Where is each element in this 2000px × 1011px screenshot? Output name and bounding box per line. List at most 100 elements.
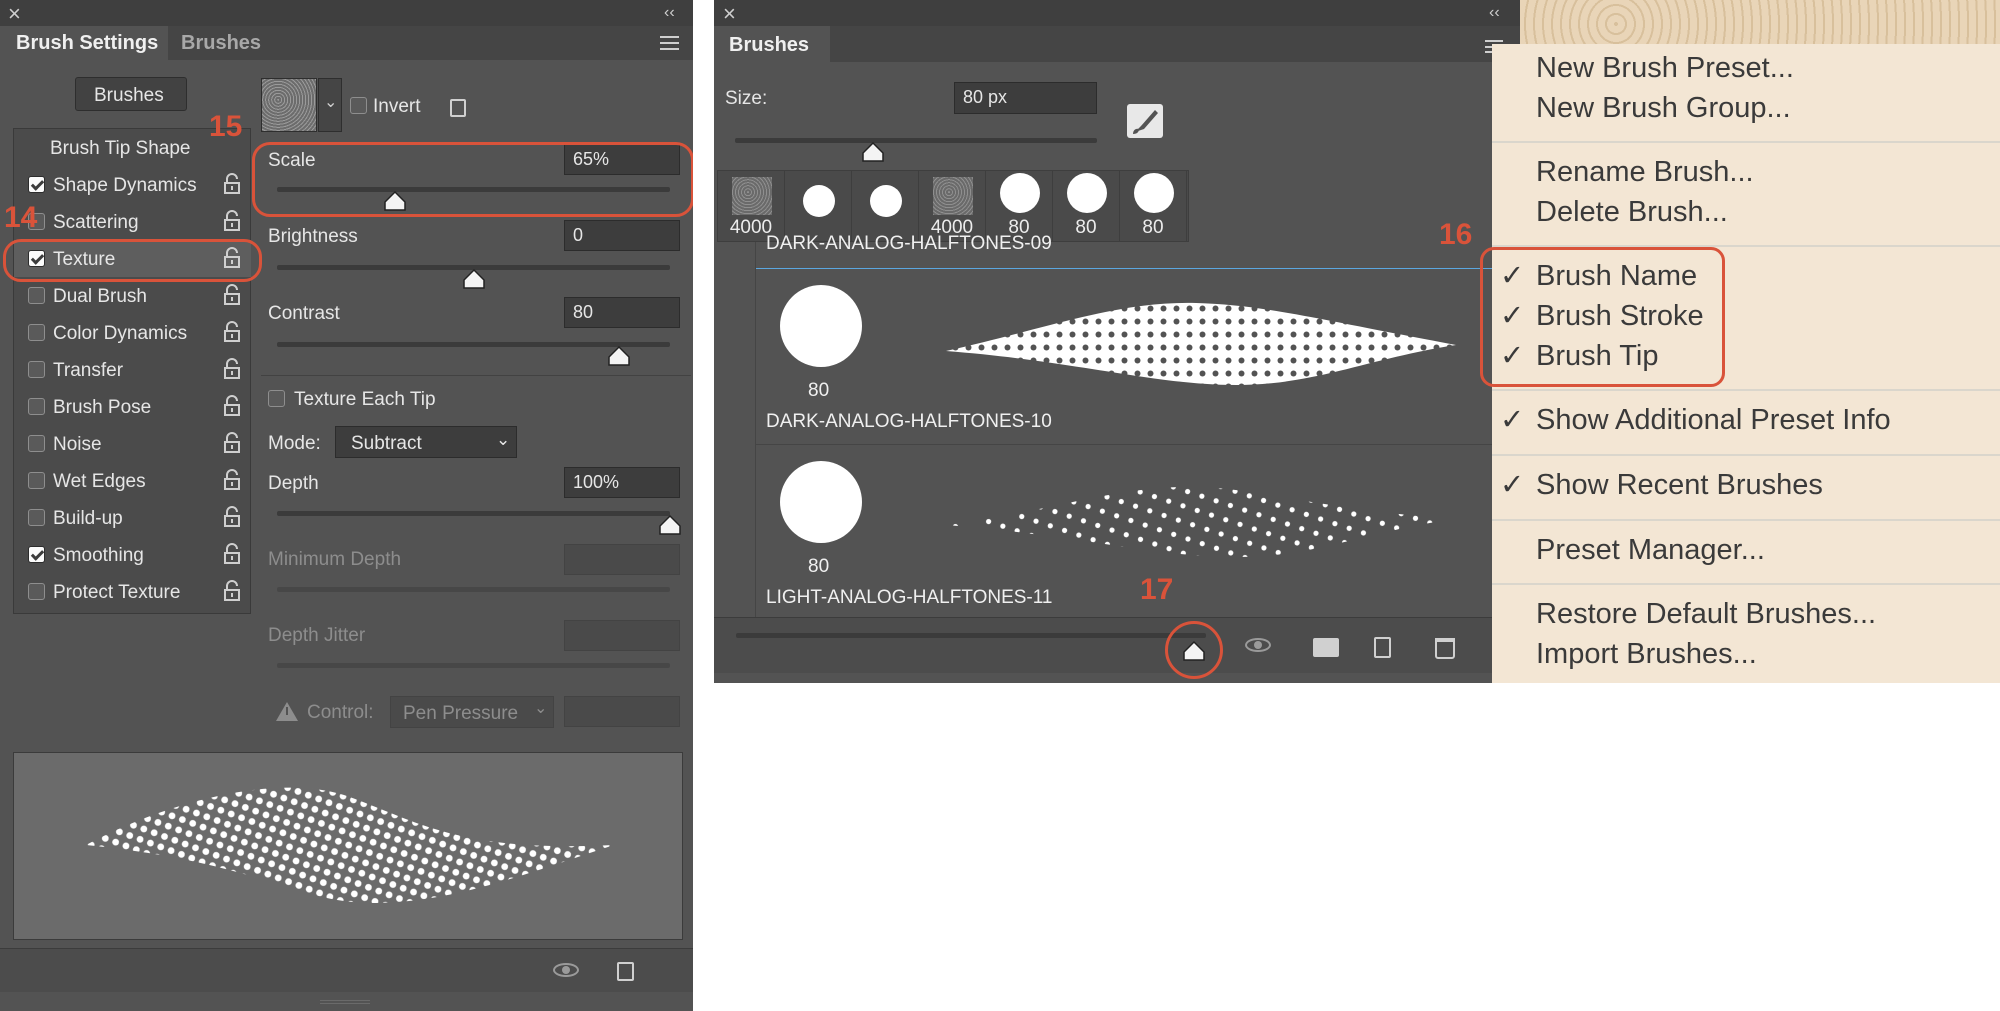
lock-icon[interactable] xyxy=(223,321,241,343)
depth-slider-track[interactable] xyxy=(277,511,670,516)
option-row-wet-edges[interactable]: Wet Edges xyxy=(14,462,251,499)
recent-brush-swatch[interactable]: 80 xyxy=(1053,171,1120,243)
option-label: Protect Texture xyxy=(53,582,181,603)
option-label: Noise xyxy=(53,434,102,455)
contrast-field[interactable]: 80 xyxy=(564,297,680,328)
option-label: Shape Dynamics xyxy=(53,175,197,196)
texture-tip-thumbnail xyxy=(933,177,973,215)
texture-each-tip-label: Texture Each Tip xyxy=(294,389,436,410)
mode-label: Mode: xyxy=(268,433,321,454)
depth-jitter-slider-track xyxy=(277,663,670,668)
round-tip-thumbnail xyxy=(1066,173,1107,213)
brightness-label: Brightness xyxy=(268,226,358,247)
option-checkbox[interactable] xyxy=(28,509,45,526)
mode-select[interactable]: Subtract ⌄ xyxy=(335,426,517,458)
tab-brush-settings[interactable]: Brush Settings xyxy=(0,26,168,60)
depth-field[interactable]: 100% xyxy=(564,467,680,498)
texture-each-tip-checkbox[interactable] xyxy=(268,390,285,407)
option-row-build-up[interactable]: Build-up xyxy=(14,499,251,536)
option-checkbox[interactable] xyxy=(28,472,45,489)
option-checkbox[interactable] xyxy=(28,583,45,600)
option-checkbox[interactable] xyxy=(28,287,45,304)
texture-pattern-swatch[interactable] xyxy=(261,78,317,132)
option-checkbox[interactable] xyxy=(28,324,45,341)
option-row-scattering[interactable]: Scattering xyxy=(14,203,251,240)
option-row-shape-dynamics[interactable]: Shape Dynamics xyxy=(14,166,251,203)
lock-icon[interactable] xyxy=(223,580,241,602)
lock-icon[interactable] xyxy=(223,284,241,306)
menu-item-preset-manager[interactable]: Preset Manager... xyxy=(1492,536,2000,570)
size-field[interactable]: 80 px xyxy=(954,82,1097,114)
menu-item-show-additional-preset-info[interactable]: ✓ Show Additional Preset Info xyxy=(1492,406,2000,440)
list-item[interactable]: 80 LIGHT-ANALOG-HALFTONES-11 xyxy=(756,445,1520,617)
option-label: Scattering xyxy=(53,212,139,233)
preview-stroke-image xyxy=(86,787,614,903)
lock-icon[interactable] xyxy=(223,210,241,232)
brush-settings-icon[interactable] xyxy=(1127,104,1163,138)
list-item[interactable]: 80 DARK-ANALOG-HALFTONES-10 xyxy=(756,269,1520,445)
menu-item-rename-brush[interactable]: Rename Brush... xyxy=(1492,158,2000,192)
thumbnail-size-slider-track[interactable] xyxy=(736,633,1206,638)
invert-checkbox[interactable] xyxy=(350,97,367,114)
lock-icon[interactable] xyxy=(223,543,241,565)
create-new-brush-icon[interactable] xyxy=(617,962,634,981)
menu-item-new-brush-preset[interactable]: New Brush Preset... xyxy=(1492,54,2000,88)
option-checkbox[interactable] xyxy=(28,176,45,193)
tab-brushes[interactable]: Brushes xyxy=(714,26,830,62)
tab-brushes-label: Brushes xyxy=(729,34,810,56)
lock-icon[interactable] xyxy=(223,395,241,417)
new-preset-icon[interactable] xyxy=(450,99,466,117)
menu-item-delete-brush[interactable]: Delete Brush... xyxy=(1492,198,2000,232)
menu-item-new-brush-group[interactable]: New Brush Group... xyxy=(1492,94,2000,128)
lock-icon[interactable] xyxy=(223,432,241,454)
lock-icon[interactable] xyxy=(223,469,241,491)
warning-icon xyxy=(276,702,298,721)
menu-item-restore-default-brushes[interactable]: Restore Default Brushes... xyxy=(1492,600,2000,634)
mode-select-value: Subtract xyxy=(351,433,422,454)
toggle-preview-icon[interactable] xyxy=(553,963,579,977)
annotation-14: 14 xyxy=(4,201,38,234)
collapse-icon[interactable]: ‹‹ xyxy=(1489,5,1500,21)
lock-icon[interactable] xyxy=(223,506,241,528)
recent-brush-swatch[interactable]: 80 xyxy=(1120,171,1187,243)
control-label: Control: xyxy=(307,702,374,723)
option-row-protect-texture[interactable]: Protect Texture xyxy=(14,573,251,610)
menu-separator xyxy=(1492,583,2000,585)
list-item[interactable]: DARK-ANALOG-HALFTONES-09 xyxy=(756,234,1520,269)
size-slider-track[interactable] xyxy=(735,138,1097,143)
brush-tip-thumbnail xyxy=(780,461,862,543)
collapse-icon[interactable]: ‹‹ xyxy=(664,5,675,21)
brightness-field[interactable]: 0 xyxy=(564,220,680,251)
option-checkbox[interactable] xyxy=(28,361,45,378)
resize-grip[interactable] xyxy=(320,1000,370,1004)
menu-item-show-recent-brushes[interactable]: ✓ Show Recent Brushes xyxy=(1492,471,2000,505)
new-group-folder-icon[interactable] xyxy=(1313,638,1339,657)
tab-brushes[interactable]: Brushes xyxy=(181,33,261,53)
option-row-brush-pose[interactable]: Brush Pose xyxy=(14,388,251,425)
menu-item-import-brushes[interactable]: Import Brushes... xyxy=(1492,640,2000,674)
close-icon[interactable]: × xyxy=(8,3,21,25)
panel-menu-icon[interactable] xyxy=(660,36,679,50)
option-row-color-dynamics[interactable]: Color Dynamics xyxy=(14,314,251,351)
trash-icon[interactable] xyxy=(1435,638,1455,659)
control-select: Pen Pressure ⌄ xyxy=(390,696,554,728)
option-row-smoothing[interactable]: Smoothing xyxy=(14,536,251,573)
tab-brush-settings-label: Brush Settings xyxy=(16,32,159,54)
option-row-transfer[interactable]: Transfer xyxy=(14,351,251,388)
pattern-dropdown-icon[interactable]: ⌄ xyxy=(318,78,342,132)
option-checkbox[interactable] xyxy=(28,398,45,415)
option-checkbox[interactable] xyxy=(28,435,45,452)
option-checkbox[interactable] xyxy=(28,546,45,563)
option-row-dual-brush[interactable]: Dual Brush xyxy=(14,277,251,314)
brush-stroke-thumbnail xyxy=(946,486,1456,557)
option-row-noise[interactable]: Noise xyxy=(14,425,251,462)
lock-icon[interactable] xyxy=(223,358,241,380)
toggle-preview-icon[interactable] xyxy=(1245,638,1271,652)
minimum-depth-slider-track xyxy=(277,587,670,592)
menu-item-label: Import Brushes... xyxy=(1536,638,1757,670)
brush-name: LIGHT-ANALOG-HALFTONES-11 xyxy=(766,587,1053,608)
create-new-brush-icon[interactable] xyxy=(1374,637,1391,658)
lock-icon[interactable] xyxy=(223,173,241,195)
close-icon[interactable]: × xyxy=(723,3,736,25)
brushes-button[interactable]: Brushes xyxy=(75,77,187,111)
